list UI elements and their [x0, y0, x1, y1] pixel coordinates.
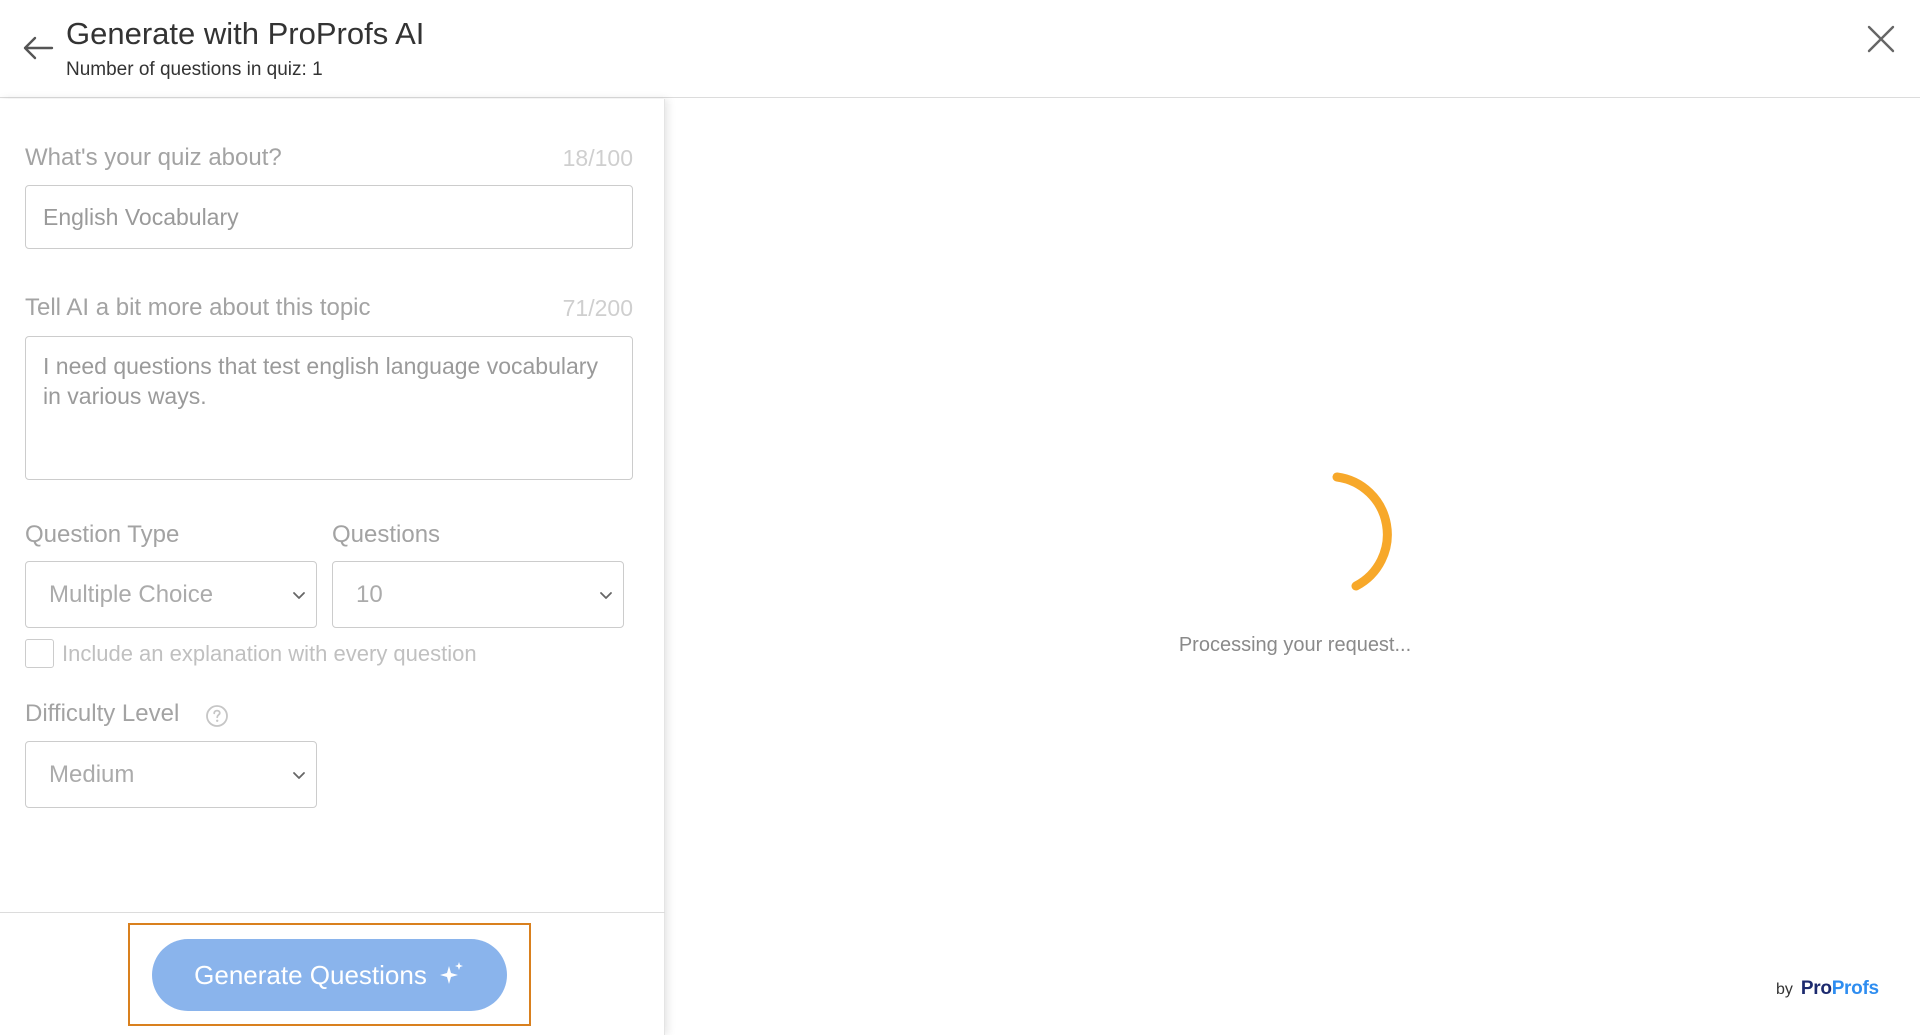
generate-button-highlight: Generate Questions	[128, 923, 531, 1026]
question-type-select[interactable]: Multiple Choice	[25, 561, 317, 628]
loading-spinner	[1332, 472, 1392, 591]
processing-status-text: Processing your request...	[1178, 634, 1412, 656]
back-button[interactable]	[18, 30, 58, 66]
questions-count-label: Questions	[332, 521, 441, 548]
topic-char-counter: 18/100	[562, 145, 633, 171]
difficulty-select[interactable]: Medium	[25, 741, 317, 808]
close-button[interactable]	[1862, 20, 1900, 58]
generate-questions-button[interactable]: Generate Questions	[152, 939, 507, 1011]
difficulty-value: Medium	[49, 760, 135, 788]
help-icon[interactable]	[205, 704, 229, 728]
chevron-down-icon	[293, 772, 305, 779]
details-textarea[interactable]: I need questions that test english langu…	[25, 336, 633, 480]
brand-by-text: by	[1776, 981, 1793, 998]
questions-count-value: 10	[356, 580, 383, 608]
modal-header: Generate with ProProfs AI Number of ques…	[0, 0, 1920, 98]
explanation-checkbox[interactable]	[25, 639, 54, 668]
brand-logo: ProProfs	[1801, 978, 1879, 1000]
page-title: Generate with ProProfs AI	[66, 16, 425, 51]
details-char-counter: 71/200	[562, 295, 633, 321]
brand-logo-part2: Profs	[1831, 978, 1879, 999]
chevron-down-icon	[600, 592, 612, 599]
quiz-question-count: Number of questions in quiz: 1	[66, 59, 323, 80]
difficulty-label: Difficulty Level	[25, 700, 180, 727]
generator-form-panel: What's your quiz about? 18/100 Tell AI a…	[0, 99, 665, 1035]
explanation-checkbox-label: Include an explanation with every questi…	[62, 641, 477, 666]
footer-divider	[0, 912, 665, 913]
questions-count-select[interactable]: 10	[332, 561, 624, 628]
brand-footer: by ProProfs	[1776, 978, 1879, 1000]
generate-questions-label: Generate Questions	[194, 959, 427, 990]
arrow-left-icon	[23, 36, 54, 60]
topic-label: What's your quiz about?	[25, 144, 282, 171]
question-type-label: Question Type	[25, 521, 180, 548]
details-label: Tell AI a bit more about this topic	[25, 294, 371, 321]
chevron-down-icon	[293, 592, 305, 599]
topic-input[interactable]	[25, 185, 633, 249]
close-icon	[1867, 25, 1895, 53]
brand-logo-part1: Pro	[1800, 978, 1832, 999]
sparkle-icon	[439, 962, 463, 984]
question-type-value: Multiple Choice	[49, 580, 214, 608]
